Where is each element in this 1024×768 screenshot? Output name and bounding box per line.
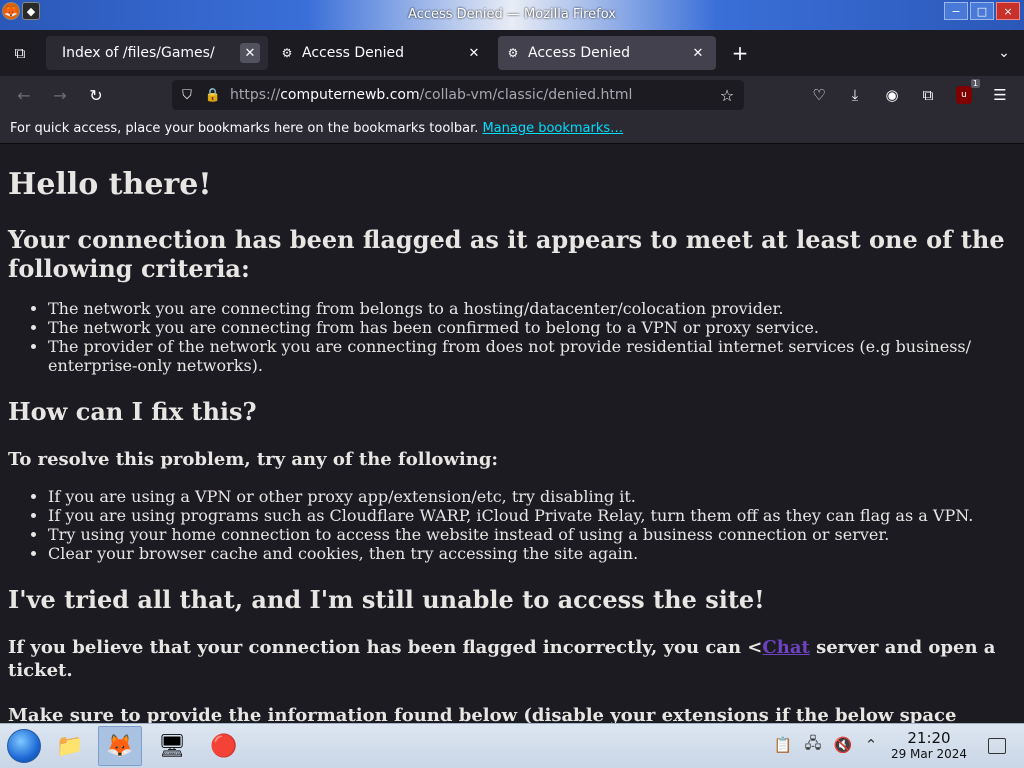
- list-item: The network you are connecting from has …: [48, 318, 1016, 337]
- minimize-button[interactable]: −: [944, 2, 968, 20]
- favicon-icon: ⚙: [507, 46, 519, 60]
- page-content: Hello there! Your connection has been fl…: [0, 145, 1024, 723]
- ublock-origin-icon[interactable]: u1: [952, 79, 980, 107]
- list-item: Try using your home connection to access…: [48, 525, 1016, 544]
- window-titlebar[interactable]: 🦊 ◆ Access Denied — Mozilla Firefox − □ …: [0, 0, 1024, 30]
- list-item: If you are using a VPN or other proxy ap…: [48, 487, 1016, 506]
- reload-button[interactable]: ↻: [84, 83, 108, 107]
- firefox-taskbar-icon[interactable]: 🦊: [98, 726, 142, 766]
- tab-close-icon[interactable]: ✕: [688, 43, 708, 63]
- page-heading: Hello there!: [8, 167, 212, 202]
- network-icon[interactable]: 🖧: [802, 734, 824, 756]
- tab-access-denied-2[interactable]: ⚙ Access Denied ✕: [498, 36, 716, 70]
- list-item: The provider of the network you are conn…: [48, 337, 1016, 375]
- tab-title: Access Denied: [302, 45, 405, 61]
- list-item: Clear your browser cache and cookies, th…: [48, 544, 1016, 563]
- red-app-icon[interactable]: 🔴: [202, 726, 246, 766]
- menu-icon[interactable]: ☰: [988, 83, 1012, 107]
- url-text[interactable]: https://computernewb.com/collab-vm/class…: [230, 87, 632, 103]
- tab-access-denied-1[interactable]: ⚙ Access Denied ✕: [272, 36, 492, 70]
- list-all-tabs-button[interactable]: ⌄: [992, 41, 1016, 65]
- new-tab-button[interactable]: +: [728, 41, 752, 65]
- believe-text: If you believe that your connection has …: [8, 637, 763, 658]
- extension-badge: 1: [970, 79, 980, 88]
- chevron-up-icon[interactable]: ⌃: [860, 734, 882, 756]
- firefox-view-icon[interactable]: ⧉: [0, 30, 40, 76]
- maximize-button[interactable]: □: [970, 2, 994, 20]
- chat-link[interactable]: Chat: [762, 637, 809, 658]
- clipboard-icon[interactable]: 📋: [772, 734, 794, 756]
- tried-heading: I've tried all that, and I'm still unabl…: [8, 585, 765, 614]
- clock[interactable]: 21:20 29 Mar 2024: [886, 730, 972, 762]
- fixes-list: If you are using a VPN or other proxy ap…: [8, 487, 1016, 563]
- provide-heading: Make sure to provide the information fou…: [8, 705, 957, 723]
- bookmarks-toolbar: For quick access, place your bookmarks h…: [0, 114, 1024, 144]
- window-controls: − □ ×: [944, 2, 1020, 20]
- resolve-heading: To resolve this problem, try any of the …: [8, 449, 499, 470]
- url-domain: computernewb.com: [280, 87, 420, 103]
- favicon-icon: ⚙: [281, 46, 293, 60]
- extensions-icon[interactable]: ⧉: [916, 83, 940, 107]
- pocket-icon[interactable]: ♡: [807, 83, 831, 107]
- window-title: Access Denied — Mozilla Firefox: [408, 7, 616, 22]
- fix-heading: How can I fix this?: [8, 397, 257, 426]
- bookmarks-hint: For quick access, place your bookmarks h…: [10, 121, 479, 136]
- tab-title: Index of /files/Games/: [62, 45, 215, 61]
- url-bar[interactable]: ⛉ 🔒 https://computernewb.com/collab-vm/c…: [172, 80, 744, 110]
- volume-muted-icon[interactable]: 🔇: [832, 734, 854, 756]
- list-item: If you are using programs such as Cloudf…: [48, 506, 1016, 525]
- flagged-heading: Your connection has been flagged as it a…: [8, 225, 1005, 283]
- file-explorer-icon[interactable]: 📁: [48, 726, 92, 766]
- taskbar: 📁 🦊 🖥 🔴 📋 🖧 🔇 ⌃ 21:20 29 Mar 2024: [0, 723, 1024, 768]
- downloads-icon[interactable]: ⤓: [843, 83, 867, 107]
- bookmark-star-icon[interactable]: ☆: [716, 84, 738, 106]
- lock-icon[interactable]: 🔒: [202, 84, 224, 106]
- navigation-toolbar: ← → ↻ ⛉ 🔒 https://computernewb.com/colla…: [0, 76, 1024, 114]
- clock-date: 29 Mar 2024: [890, 747, 968, 761]
- criteria-list: The network you are connecting from belo…: [8, 299, 1016, 375]
- tab-close-icon[interactable]: ✕: [464, 43, 484, 63]
- tab-index-games[interactable]: Index of /files/Games/ ✕: [46, 36, 268, 70]
- tab-title: Access Denied: [528, 45, 631, 61]
- url-path: /collab-vm/classic/denied.html: [419, 87, 633, 103]
- account-icon[interactable]: ◉: [880, 83, 904, 107]
- tab-close-icon[interactable]: ✕: [240, 43, 260, 63]
- url-scheme: https://: [230, 87, 281, 103]
- manage-bookmarks-link[interactable]: Manage bookmarks…: [482, 121, 623, 136]
- clock-time: 21:20: [907, 729, 951, 747]
- show-desktop-button[interactable]: [988, 738, 1006, 754]
- shield-icon[interactable]: ⛉: [176, 84, 198, 106]
- list-item: The network you are connecting from belo…: [48, 299, 1016, 318]
- control-panel-icon[interactable]: 🖥: [150, 726, 194, 766]
- start-button[interactable]: [2, 726, 46, 766]
- windows-orb-icon: [7, 729, 41, 763]
- back-button[interactable]: ←: [12, 83, 36, 107]
- believe-heading: If you believe that your connection has …: [8, 636, 1016, 682]
- close-window-button[interactable]: ×: [996, 2, 1020, 20]
- forward-button[interactable]: →: [48, 83, 72, 107]
